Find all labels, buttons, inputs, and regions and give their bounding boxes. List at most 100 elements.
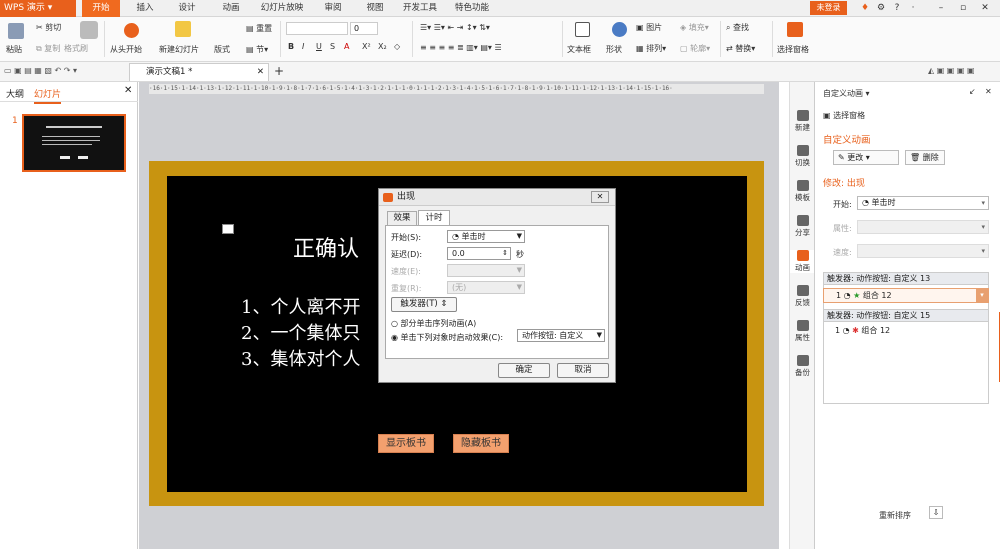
settings-icon[interactable]: ⚙ — [874, 1, 888, 15]
new-tab-icon[interactable]: + — [274, 64, 284, 78]
tab-view[interactable]: 视图 — [358, 0, 392, 17]
start-select[interactable]: ◔ 单击时 ▼ — [447, 230, 525, 243]
arrange-button[interactable]: ▦ 排列▾ — [636, 43, 666, 54]
chevron-down-icon[interactable]: ▾ — [976, 289, 988, 302]
section-button[interactable]: ▤ 节▾ — [246, 44, 268, 55]
tab-slides[interactable]: 幻灯片 — [34, 87, 62, 104]
side-animation[interactable]: 动画 — [790, 250, 815, 273]
animation-item-2[interactable]: 1 ◔ ✱ 组合 12 — [823, 324, 989, 339]
outline-button[interactable]: ▢ 轮廓▾ — [680, 43, 710, 54]
skin-icon[interactable]: ♦ — [858, 1, 872, 15]
document-tab[interactable]: 演示文稿1 * ✕ — [129, 63, 269, 81]
selection-pane-link[interactable]: ▣ 选择窗格 — [823, 110, 865, 121]
help-icon[interactable]: ? — [890, 1, 904, 15]
textbox-icon[interactable] — [575, 22, 590, 37]
play-from-start-button[interactable]: 从头开始 — [110, 44, 142, 55]
side-properties[interactable]: 属性 — [790, 320, 815, 343]
side-new[interactable]: 新建 — [790, 110, 815, 133]
align-buttons[interactable]: ≡ ≡ ≡ ≡ ≣ ▥▾ ▤▾ ☰ — [420, 43, 502, 52]
tab-effect[interactable]: 效果 — [387, 211, 417, 225]
show-board-button[interactable]: 显示板书 — [378, 434, 434, 453]
font-color-button[interactable]: A — [344, 42, 349, 51]
view-icons[interactable]: ◭ ▣ ▣ ▣ ▣ — [928, 66, 975, 75]
spinner-icon[interactable]: ⇕ — [502, 248, 508, 259]
find-button[interactable]: ⌕ 查找 — [726, 22, 749, 33]
minimize-icon[interactable]: – — [934, 1, 948, 15]
pane-header[interactable]: 自定义动画 ▾ — [823, 88, 870, 99]
tab-slideshow[interactable]: 幻灯片放映 — [256, 0, 308, 17]
tab-animation[interactable]: 动画 — [214, 0, 248, 17]
superscript-button[interactable]: X² — [362, 42, 371, 51]
subscript-button[interactable]: X₂ — [378, 42, 387, 51]
reset-button[interactable]: ▤ 重置 — [246, 23, 272, 34]
shape-button[interactable]: 形状 — [606, 44, 622, 55]
selection-pane-button[interactable]: 选择窗格 — [777, 44, 809, 55]
slide-line-2[interactable]: 2、一个集体只 — [241, 319, 360, 345]
font-size-select[interactable]: 0 — [350, 22, 378, 35]
tab-design[interactable]: 设计 — [170, 0, 204, 17]
tab-review[interactable]: 审阅 — [316, 0, 350, 17]
side-share[interactable]: 分享 — [790, 215, 815, 238]
quick-access-icons[interactable]: ▭ ▣ ▤ ▦ ▧ ↶ ↷ ▾ — [4, 66, 77, 75]
replace-button[interactable]: ⇄ 替换▾ — [726, 43, 755, 54]
copy-button[interactable]: ⧉ 复制 — [36, 43, 60, 54]
tab-developer[interactable]: 开发工具 — [398, 0, 442, 17]
side-feedback[interactable]: 反馈 — [790, 285, 815, 308]
more-icon[interactable]: · — [906, 1, 920, 15]
tab-outline[interactable]: 大纲 — [6, 87, 24, 100]
hide-board-button[interactable]: 隐藏板书 — [453, 434, 509, 453]
tab-special[interactable]: 特色功能 — [450, 0, 494, 17]
delay-input[interactable]: 0.0 ⇕ — [447, 247, 511, 260]
side-backup[interactable]: 备份 — [790, 355, 815, 378]
trigger-object-select[interactable]: 动作按钮: 自定义 ▼ — [517, 329, 605, 342]
trigger-button[interactable]: 触发器(T) ⇕ — [391, 297, 457, 312]
start-select[interactable]: ◔ 单击时 ▾ — [857, 196, 989, 210]
play-icon[interactable] — [124, 23, 139, 38]
side-transition[interactable]: 切换 — [790, 145, 815, 168]
slide-line-3[interactable]: 3、集体对个人 — [241, 345, 360, 371]
close-pane-icon[interactable]: ✕ — [985, 87, 992, 96]
change-button[interactable]: ✎ 更改 ▾ — [833, 150, 899, 165]
side-template[interactable]: 模板 — [790, 180, 815, 203]
restore-icon[interactable]: ▫ — [956, 1, 970, 15]
strike-button[interactable]: S — [330, 42, 335, 51]
paste-icon[interactable] — [8, 23, 24, 39]
action-object-icon[interactable] — [222, 224, 234, 234]
dialog-close-icon[interactable]: ✕ — [591, 191, 609, 203]
slide-line-1[interactable]: 1、个人离不开 — [241, 293, 360, 319]
slide-thumbnail[interactable] — [22, 114, 126, 172]
close-pane-icon[interactable]: ✕ — [124, 85, 132, 96]
tab-timing[interactable]: 计时 — [418, 210, 450, 225]
cut-button[interactable]: ✂ 剪切 — [36, 22, 61, 33]
selection-pane-icon[interactable] — [787, 22, 803, 37]
close-window-icon[interactable]: ✕ — [978, 1, 992, 15]
fill-button[interactable]: ◈ 填充▾ — [680, 22, 709, 33]
repeat-select[interactable]: (无) ▼ — [447, 281, 525, 294]
tab-insert[interactable]: 插入 — [128, 0, 162, 17]
new-slide-button[interactable]: 新建幻灯片 — [159, 44, 199, 55]
close-tab-icon[interactable]: ✕ — [257, 64, 264, 81]
new-slide-icon[interactable] — [175, 21, 191, 37]
login-button[interactable]: 未登录 — [810, 1, 847, 15]
italic-button[interactable]: I — [302, 42, 304, 51]
bullets-button[interactable]: ☰▾ ☰▾ ⇤ ⇥ ↕▾ ⇅▾ — [420, 23, 490, 32]
layout-button[interactable]: 版式 — [214, 44, 230, 55]
slide-title[interactable]: 正确认 — [293, 231, 359, 263]
radio-partial[interactable]: ○ 部分单击序列动画(A) — [391, 318, 476, 329]
delete-button[interactable]: 🗑 删除 — [905, 150, 945, 165]
underline-button[interactable]: U — [316, 42, 322, 51]
format-painter-button[interactable]: 格式刷 — [64, 43, 88, 54]
textbox-button[interactable]: 文本框 — [567, 44, 591, 55]
bold-button[interactable]: B — [288, 42, 294, 51]
speed-select[interactable]: ▼ — [447, 264, 525, 277]
app-menu-button[interactable]: WPS 演示 ▾ — [0, 0, 76, 17]
ok-button[interactable]: 确定 — [498, 363, 550, 378]
picture-button[interactable]: ▣ 图片 — [636, 22, 662, 33]
tab-home[interactable]: 开始 — [82, 0, 120, 17]
paste-label[interactable]: 粘贴 — [6, 44, 22, 55]
font-name-select[interactable] — [286, 22, 348, 35]
shape-icon[interactable] — [612, 22, 627, 37]
radio-on-click[interactable]: ◉ 单击下列对象时启动效果(C): — [391, 332, 503, 343]
cancel-button[interactable]: 取消 — [557, 363, 609, 378]
clear-format-button[interactable]: ◇ — [394, 42, 400, 51]
